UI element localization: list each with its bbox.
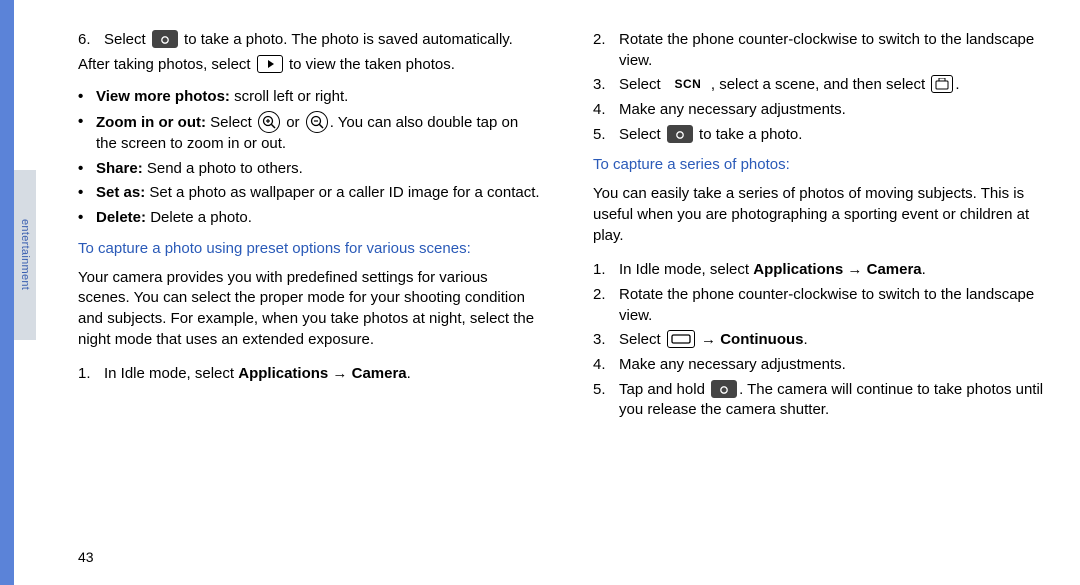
bullet-item: • Share: Send a photo to others. xyxy=(78,159,543,180)
list-item: 3. Select → Continuous. xyxy=(593,330,1058,351)
bullet-label: Delete: xyxy=(96,209,146,226)
left-blue-bar xyxy=(0,0,14,585)
list-number: 5. xyxy=(593,125,619,146)
list-number: 2. xyxy=(593,285,619,306)
list-item: 2. Rotate the phone counter-clockwise to… xyxy=(593,285,1058,326)
list-number: 1. xyxy=(593,260,619,281)
list-number: 5. xyxy=(593,380,619,401)
list-item: 3. Select SCN, select a scene, and then … xyxy=(593,75,1058,96)
content-area: 6. Select to take a photo. The photo is … xyxy=(60,0,1080,585)
mode-rect-icon xyxy=(667,330,695,348)
section-tab-label: entertainment xyxy=(19,219,31,290)
page-number: 43 xyxy=(78,549,94,565)
list-item: 1. In Idle mode, select Applications → C… xyxy=(593,260,1058,281)
paragraph: Your camera provides you with predefined… xyxy=(78,268,543,351)
list-item: 4. Make any necessary adjustments. xyxy=(593,100,1058,121)
bullet-label: Zoom in or out: xyxy=(96,114,206,131)
list-item: 2. Rotate the phone counter-clockwise to… xyxy=(593,30,1058,71)
list-number: 6. xyxy=(78,30,104,51)
list-item: 4. Make any necessary adjustments. xyxy=(593,355,1058,376)
paragraph: After taking photos, select to view the … xyxy=(78,55,543,76)
camera-icon xyxy=(711,380,737,398)
bullet-item: • Delete: Delete a photo. xyxy=(78,208,543,229)
section-tab: entertainment xyxy=(14,170,36,340)
list-item: 5. Tap and hold . The camera will contin… xyxy=(593,380,1058,421)
bullet-label: View more photos: xyxy=(96,88,230,105)
bullet-item: • View more photos: scroll left or right… xyxy=(78,87,543,108)
camera-icon xyxy=(667,125,693,143)
list-number: 1. xyxy=(78,364,104,385)
left-column: 6. Select to take a photo. The photo is … xyxy=(78,30,543,585)
save-shutter-icon xyxy=(931,75,953,93)
scn-icon: SCN xyxy=(667,75,709,93)
list-number: 4. xyxy=(593,100,619,121)
bullet-item: • Set as: Set a photo as wallpaper or a … xyxy=(78,183,543,204)
play-icon xyxy=(257,55,283,73)
zoom-in-icon xyxy=(258,111,280,133)
bullet-item: • Zoom in or out: Select or . You can al… xyxy=(78,112,543,155)
list-number: 3. xyxy=(593,330,619,351)
camera-icon xyxy=(152,30,178,48)
bullet-label: Set as: xyxy=(96,184,145,201)
list-item: 1. In Idle mode, select Applications → C… xyxy=(78,364,543,385)
section-heading: To capture a series of photos: xyxy=(593,155,1058,176)
paragraph: You can easily take a series of photos o… xyxy=(593,184,1058,246)
zoom-out-icon xyxy=(306,111,328,133)
bullet-label: Share: xyxy=(96,160,143,177)
list-item: 5. Select to take a photo. xyxy=(593,125,1058,146)
list-number: 4. xyxy=(593,355,619,376)
list-item: 6. Select to take a photo. The photo is … xyxy=(78,30,543,51)
manual-page: entertainment 6. Select to take a photo.… xyxy=(0,0,1080,585)
list-number: 3. xyxy=(593,75,619,96)
list-number: 2. xyxy=(593,30,619,51)
section-heading: To capture a photo using preset options … xyxy=(78,239,543,260)
list-body: Select to take a photo. The photo is sav… xyxy=(104,30,543,51)
right-column: 2. Rotate the phone counter-clockwise to… xyxy=(593,30,1058,585)
